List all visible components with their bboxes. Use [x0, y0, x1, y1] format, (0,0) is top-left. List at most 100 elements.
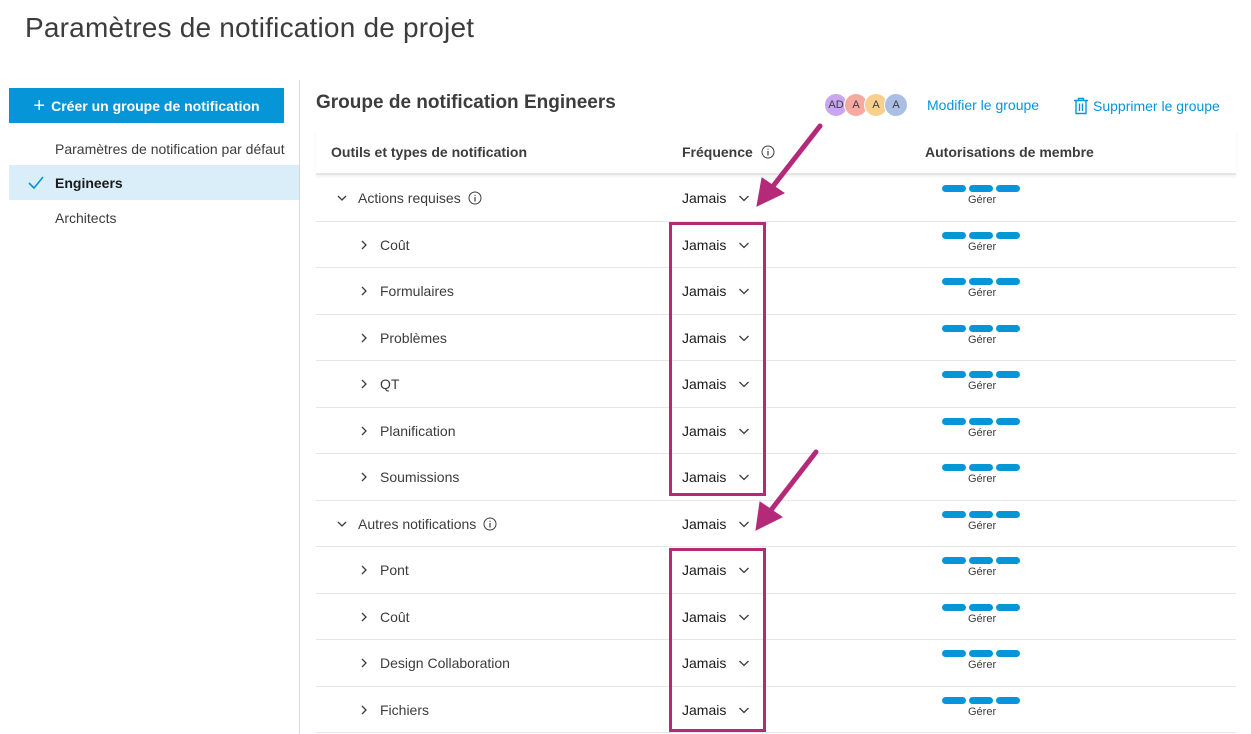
permission-control[interactable]: Gérer: [942, 278, 1022, 299]
frequency-dropdown[interactable]: Jamais: [682, 702, 750, 718]
permission-pill: [969, 278, 993, 285]
permission-control[interactable]: Gérer: [942, 324, 1022, 346]
chevron-right-icon[interactable]: [358, 378, 370, 390]
frequency-dropdown[interactable]: Jamais: [682, 330, 750, 346]
chevron-right-icon[interactable]: [358, 471, 370, 483]
header-permissions: Autorisations de membre: [925, 144, 1094, 160]
permission-control[interactable]: Gérer: [942, 650, 1022, 671]
table-row: Coût Jamais Gérer: [316, 222, 1236, 268]
frequency-dropdown[interactable]: Jamais: [682, 237, 750, 253]
permission-label: Gérer: [968, 519, 997, 532]
permission-label: Gérer: [968, 473, 997, 485]
info-icon[interactable]: [468, 191, 482, 205]
permission-control[interactable]: Gérer: [942, 231, 1022, 253]
sidebar: + Créer un groupe de notification Paramè…: [9, 88, 299, 734]
sidebar-item-label: Paramètres de notification par défaut: [55, 140, 285, 157]
row-name: Formulaires: [380, 283, 454, 299]
chevron-right-icon[interactable]: [358, 425, 370, 437]
delete-group-label: Supprimer le groupe: [1093, 98, 1220, 114]
frequency-value: Jamais: [682, 283, 727, 299]
frequency-dropdown[interactable]: Jamais: [682, 283, 750, 299]
permission-label: Gérer: [968, 380, 997, 392]
permission-pill: [969, 603, 993, 611]
chevron-right-icon[interactable]: [358, 704, 370, 716]
frequency-dropdown[interactable]: Jamais: [682, 655, 750, 671]
chevron-right-icon[interactable]: [358, 564, 370, 576]
permission-level-indicator: [942, 464, 1022, 471]
frequency-value: Jamais: [682, 422, 727, 439]
frequency-value: Jamais: [682, 469, 727, 485]
permission-label: Gérer: [968, 659, 997, 671]
permission-label: Gérer: [968, 426, 997, 439]
section-row: Actions requises Jamais Gérer: [316, 175, 1236, 222]
permission-pill: [996, 557, 1020, 564]
chevron-down-icon: [739, 660, 750, 667]
permission-label: Gérer: [968, 705, 997, 718]
permission-control[interactable]: Gérer: [942, 464, 1022, 485]
permission-control[interactable]: Gérer: [942, 185, 1022, 206]
chevron-right-icon[interactable]: [358, 285, 370, 297]
edit-group-link[interactable]: Modifier le groupe: [927, 97, 1039, 113]
permission-pill: [996, 696, 1020, 704]
frequency-dropdown[interactable]: Jamais: [682, 376, 750, 392]
sidebar-item-engineers[interactable]: Engineers: [9, 165, 299, 200]
section-row: Autres notifications Jamais Gérer: [316, 501, 1236, 547]
frequency-dropdown[interactable]: Jamais: [682, 562, 750, 578]
frequency-dropdown[interactable]: Jamais: [682, 516, 750, 532]
permission-control[interactable]: Gérer: [942, 696, 1022, 718]
sidebar-item-architects[interactable]: Architects: [9, 200, 299, 235]
permission-control[interactable]: Gérer: [942, 557, 1022, 578]
table-row: Design Collaboration Jamais Gérer: [316, 640, 1236, 687]
member-avatars[interactable]: AD A A A: [824, 93, 908, 117]
create-notification-group-button[interactable]: + Créer un groupe de notification: [9, 88, 284, 123]
chevron-down-icon[interactable]: [336, 518, 348, 530]
header-frequency: Fréquence: [682, 144, 775, 160]
sidebar-item-label: Architects: [55, 209, 117, 226]
permission-control[interactable]: Gérer: [942, 371, 1022, 392]
permission-pill: [969, 464, 993, 471]
permission-pill: [996, 603, 1020, 611]
table-row: QT Jamais Gérer: [316, 361, 1236, 408]
sidebar-item-default-settings[interactable]: Paramètres de notification par défaut: [9, 131, 299, 166]
frequency-dropdown[interactable]: Jamais: [682, 423, 750, 439]
chevron-right-icon[interactable]: [358, 332, 370, 344]
chevron-down-icon: [739, 567, 750, 574]
chevron-right-icon[interactable]: [358, 239, 370, 251]
row-name: Soumissions: [380, 469, 459, 485]
permission-control[interactable]: Gérer: [942, 510, 1022, 532]
row-name: Coût: [380, 609, 410, 625]
permission-pill: [942, 231, 966, 239]
plus-icon: +: [33, 94, 46, 117]
chevron-down-icon: [739, 474, 750, 481]
permission-level-indicator: [942, 185, 1022, 192]
info-icon[interactable]: [761, 145, 775, 159]
permission-pill: [996, 464, 1020, 471]
row-name: Coût: [380, 237, 410, 253]
frequency-dropdown[interactable]: Jamais: [682, 469, 750, 485]
frequency-dropdown[interactable]: Jamais: [682, 190, 750, 206]
delete-group-link[interactable]: Supprimer le groupe: [1073, 97, 1220, 115]
permission-label: Gérer: [968, 194, 997, 206]
permission-label: Gérer: [968, 612, 997, 625]
permission-label: Gérer: [968, 240, 997, 253]
permission-label: Gérer: [968, 333, 997, 346]
table-row: Formulaires Jamais Gérer: [316, 268, 1236, 315]
permission-pill: [942, 603, 966, 611]
chevron-right-icon[interactable]: [358, 611, 370, 623]
permission-pill: [969, 371, 993, 378]
sidebar-item-label: Engineers: [55, 174, 123, 191]
permission-control[interactable]: Gérer: [942, 603, 1022, 625]
trash-icon: [1074, 97, 1088, 115]
row-name-label: Actions requises: [358, 190, 461, 206]
permission-level-indicator: [942, 557, 1022, 564]
frequency-value: Jamais: [682, 701, 727, 718]
permission-control[interactable]: Gérer: [942, 417, 1022, 439]
frequency-dropdown[interactable]: Jamais: [682, 609, 750, 625]
permission-level-indicator: [942, 696, 1022, 704]
avatar[interactable]: A: [884, 93, 908, 117]
chevron-right-icon[interactable]: [358, 657, 370, 669]
chevron-down-icon[interactable]: [336, 192, 348, 204]
info-icon[interactable]: [483, 517, 497, 531]
frequency-value: Jamais: [682, 608, 727, 625]
permission-pill: [969, 557, 993, 564]
